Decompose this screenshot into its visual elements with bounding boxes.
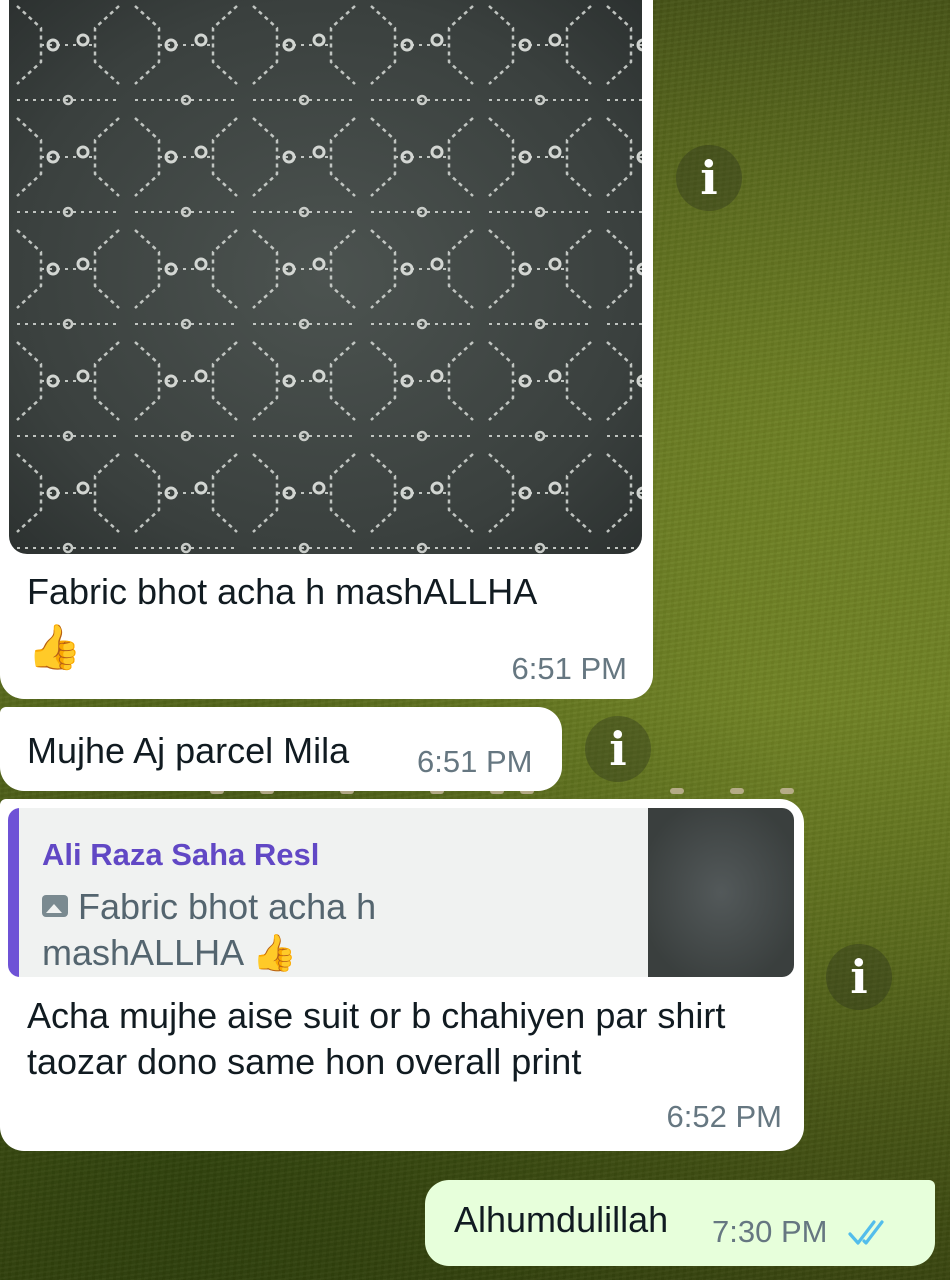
double-check-icon (848, 1220, 884, 1245)
fabric-photo[interactable] (9, 0, 642, 554)
fabric-pattern (9, 0, 642, 554)
message-bubble-outgoing[interactable]: Alhumdulillah 7:30 PM (425, 1180, 935, 1266)
quoted-text: Fabric bhot acha h mashALLHA 👍 (42, 886, 377, 973)
image-caption: Fabric bhot acha h mashALLHA (27, 571, 538, 612)
message-bubble-reply[interactable]: Ali Raza Saha Resl Fabric bhot acha h ma… (0, 799, 804, 1151)
quoted-author: Ali Raza Saha Resl (42, 837, 320, 872)
info-icon[interactable]: i (585, 716, 651, 782)
info-icon[interactable]: i (676, 145, 742, 211)
message-text: Alhumdulillah (454, 1199, 669, 1240)
info-icon[interactable]: i (826, 944, 892, 1010)
message-text: Acha mujhe aise suit or b chahiyen par s… (27, 995, 726, 1082)
image-icon (42, 895, 68, 917)
message-time: 6:51 PM (417, 744, 533, 779)
thumbs-up-emoji: 👍 (27, 623, 82, 672)
quoted-thumbnail (648, 808, 794, 977)
message-bubble-image[interactable]: Fabric bhot acha h mashALLHA 👍 6:51 PM (0, 0, 653, 699)
message-time: 6:51 PM (511, 651, 627, 686)
quoted-message[interactable]: Ali Raza Saha Resl Fabric bhot acha h ma… (8, 808, 794, 977)
message-time: 7:30 PM (712, 1214, 828, 1249)
message-text: Mujhe Aj parcel Mila (27, 730, 350, 771)
quote-accent-bar (8, 808, 19, 977)
message-time: 6:52 PM (666, 1099, 782, 1134)
quoted-text-block: Fabric bhot acha h mashALLHA 👍 (42, 884, 442, 976)
